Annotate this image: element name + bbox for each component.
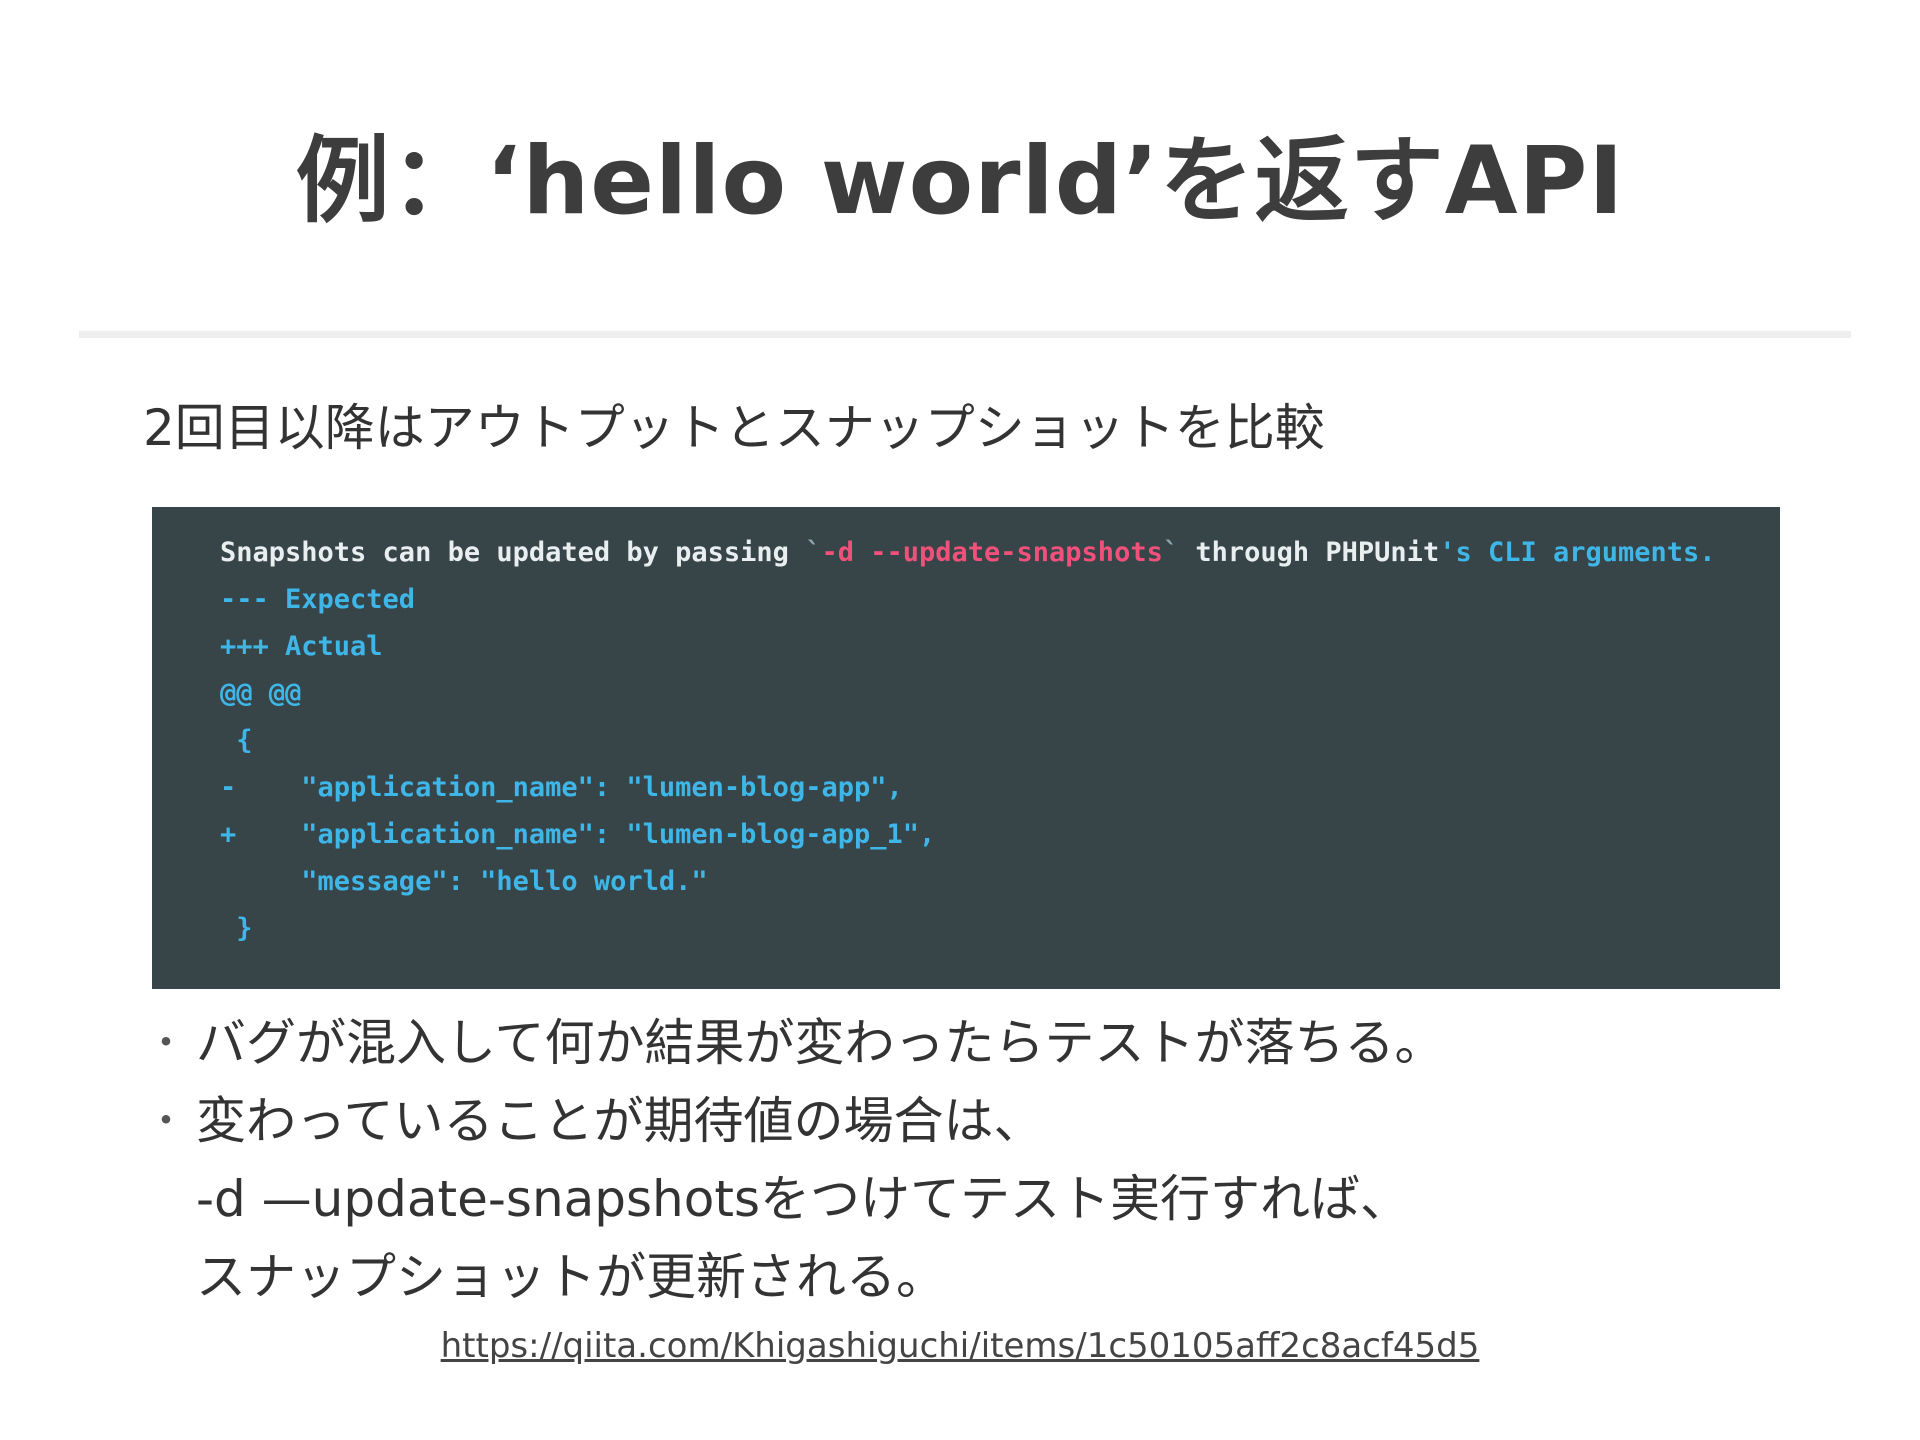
code-token: `	[805, 537, 822, 568]
code-token: --- Expected	[220, 584, 416, 615]
bullet-marker: ・	[146, 1020, 186, 1066]
code-line: Snapshots can be updated by passing `-d …	[220, 529, 1780, 576]
slide: 例：‘hello world’を返すAPI 2回目以降はアウトプットとスナップシ…	[0, 0, 1920, 1440]
code-token: +++ Actual	[220, 631, 383, 662]
code-token: - "application_name": "lumen-blog-app",	[220, 772, 903, 803]
code-token: `	[1162, 537, 1180, 568]
code-token: {	[220, 725, 253, 756]
title-divider	[79, 331, 1851, 338]
bullet-text: 変わっていることが期待値の場合は、	[196, 1092, 1044, 1150]
code-line: + "application_name": "lumen-blog-app_1"…	[220, 811, 1780, 858]
bullet-item-1: ・ バグが混入して何か結果が変わったらテストが落ちる。	[140, 1004, 1840, 1082]
bullet-text: スナップショットが更新される。	[196, 1248, 946, 1306]
slide-title: 例：‘hello world’を返すAPI	[295, 127, 1625, 236]
terminal-output-screenshot: Snapshots can be updated by passing `-d …	[152, 507, 1780, 989]
code-line: }	[220, 905, 1780, 952]
bullet-item-2: ・ 変わっていることが期待値の場合は、 -d —update-snapshots…	[140, 1082, 1840, 1316]
code-line: - "application_name": "lumen-blog-app",	[220, 764, 1780, 811]
bullet-list: ・ バグが混入して何か結果が変わったらテストが落ちる。 ・ 変わっていることが期…	[140, 1004, 1840, 1316]
bullet-text: -d —update-snapshotsをつけてテスト実行すれば、	[196, 1170, 1410, 1228]
code-token: "message": "hello world."	[220, 866, 708, 897]
bullet-text: バグが混入して何か結果が変わったらテストが落ちる。	[196, 1014, 1445, 1072]
code-line: @@ @@	[220, 670, 1780, 717]
code-line: {	[220, 717, 1780, 764]
code-token: @@ @@	[220, 678, 302, 709]
code-token: + "application_name": "lumen-blog-app_1"…	[220, 819, 936, 850]
code-token: -d --update-snapshots	[821, 537, 1163, 568]
code-token: 's CLI arguments.	[1439, 537, 1716, 568]
slide-subtitle: 2回目以降はアウトプットとスナップショットを比較	[143, 399, 1325, 457]
code-line: +++ Actual	[220, 623, 1780, 670]
code-line: "message": "hello world."	[220, 858, 1780, 905]
code-token: Snapshots can be updated by passing	[220, 537, 806, 568]
source-link[interactable]: https://qiita.com/Khigashiguchi/items/1c…	[0, 1326, 1920, 1366]
code-line: --- Expected	[220, 576, 1780, 623]
code-token: }	[220, 913, 253, 944]
code-token: through PHPUnit	[1179, 537, 1440, 568]
bullet-marker: ・	[146, 1098, 186, 1144]
